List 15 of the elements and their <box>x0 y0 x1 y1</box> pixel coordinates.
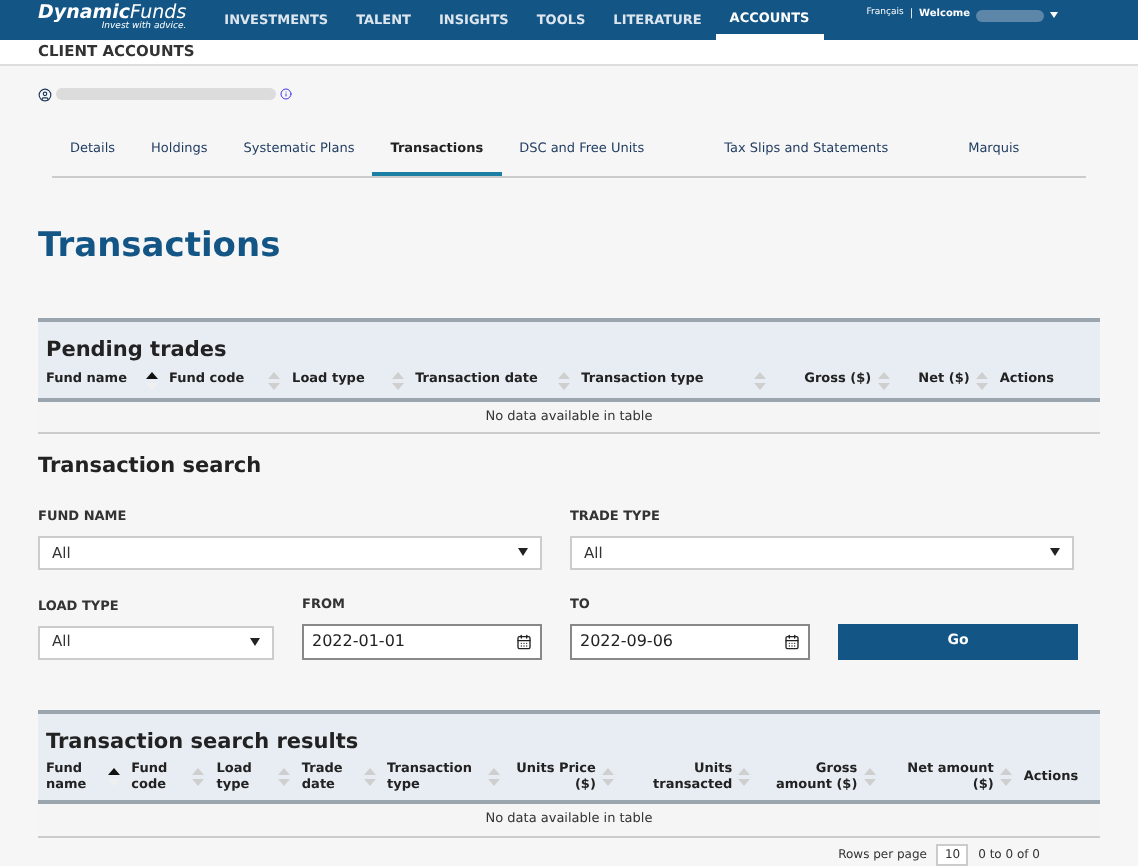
section-heading: Transaction search <box>38 452 264 483</box>
date-field[interactable]: 2022-09-06 <box>570 623 810 660</box>
info-icon[interactable] <box>280 87 292 100</box>
caret-icon[interactable] <box>1050 12 1058 19</box>
caret-icon <box>518 548 528 557</box>
calendar-icon <box>516 633 532 650</box>
calendar-icon <box>784 633 800 650</box>
caret-icon <box>250 638 260 647</box>
table-title: Transaction search results <box>44 727 361 758</box>
user-icon <box>38 87 52 102</box>
table-title: Pending trades <box>44 335 229 366</box>
redacted-name-block <box>976 9 1044 22</box>
caret-icon <box>1050 548 1060 557</box>
date-field[interactable]: 2022-01-01 <box>302 623 542 660</box>
page-title: Transactions <box>38 224 283 271</box>
